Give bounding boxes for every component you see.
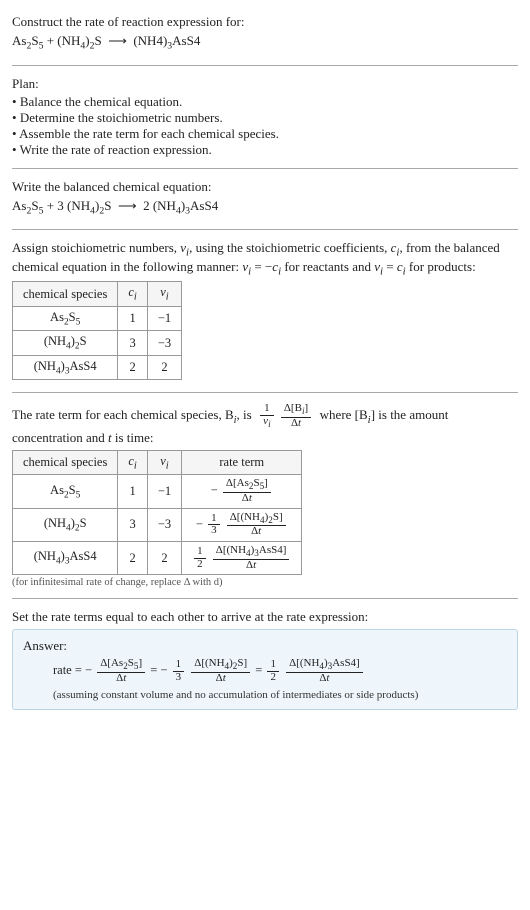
cell-ci: 3 <box>118 331 147 356</box>
col-ci: ci <box>118 450 147 475</box>
cell-nui: 2 <box>147 541 181 574</box>
divider <box>12 65 518 66</box>
question-block: Construct the rate of reaction expressio… <box>12 10 518 65</box>
answer-label: Answer: <box>23 638 507 654</box>
col-ci: ci <box>118 282 147 307</box>
table-row: (NH4)2S 3 −3 <box>13 331 182 356</box>
answer-box: Answer: rate = − Δ[As2S5]Δt = − 13 Δ[(NH… <box>12 629 518 709</box>
cell-species: (NH4)2S <box>13 331 118 356</box>
table-row: (NH4)2S 3 −3 − 13 Δ[(NH4)2S]Δt <box>13 508 302 541</box>
table-row: (NH4)3AsS4 2 2 12 Δ[(NH4)3AsS4]Δt <box>13 541 302 574</box>
stoich-intro: Assign stoichiometric numbers, νi, using… <box>12 240 518 277</box>
plan-list: Balance the chemical equation. Determine… <box>12 94 518 158</box>
stoich-table: chemical species ci νi As2S5 1 −1 (NH4)2… <box>12 281 182 380</box>
balanced-equation: As2S5 + 3 (NH4)2S ⟶ 2 (NH4)3AsS4 <box>12 198 518 217</box>
table-row: As2S5 1 −1 <box>13 306 182 331</box>
rate-term-block: The rate term for each chemical species,… <box>12 399 518 598</box>
cell-rate: − 13 Δ[(NH4)2S]Δt <box>182 508 302 541</box>
cell-nui: −1 <box>147 475 181 508</box>
balanced-heading: Write the balanced chemical equation: <box>12 179 518 195</box>
cell-rate: − Δ[As2S5]Δt <box>182 475 302 508</box>
table-row: (NH4)3AsS4 2 2 <box>13 355 182 380</box>
col-rate: rate term <box>182 450 302 475</box>
answer-assumption: (assuming constant volume and no accumul… <box>53 689 507 701</box>
cell-species: As2S5 <box>13 306 118 331</box>
cell-nui: −3 <box>147 508 181 541</box>
col-species: chemical species <box>13 282 118 307</box>
plan-item: Determine the stoichiometric numbers. <box>12 110 518 126</box>
cell-ci: 2 <box>118 355 147 380</box>
rate-term-note: (for infinitesimal rate of change, repla… <box>12 577 518 588</box>
col-species: chemical species <box>13 450 118 475</box>
final-heading: Set the rate terms equal to each other t… <box>12 609 518 625</box>
stoich-block: Assign stoichiometric numbers, νi, using… <box>12 236 518 392</box>
table-row: As2S5 1 −1 − Δ[As2S5]Δt <box>13 475 302 508</box>
cell-species: (NH4)2S <box>13 508 118 541</box>
cell-ci: 1 <box>118 475 147 508</box>
table-header-row: chemical species ci νi rate term <box>13 450 302 475</box>
cell-ci: 2 <box>118 541 147 574</box>
cell-nui: 2 <box>147 355 181 380</box>
cell-rate: 12 Δ[(NH4)3AsS4]Δt <box>182 541 302 574</box>
question-title: Construct the rate of reaction expressio… <box>12 14 518 30</box>
rate-term-table: chemical species ci νi rate term As2S5 1… <box>12 450 302 576</box>
cell-species: (NH4)3AsS4 <box>13 541 118 574</box>
plan-item: Assemble the rate term for each chemical… <box>12 126 518 142</box>
divider <box>12 392 518 393</box>
plan-item: Write the rate of reaction expression. <box>12 142 518 158</box>
plan-heading: Plan: <box>12 76 518 92</box>
cell-ci: 3 <box>118 508 147 541</box>
cell-nui: −3 <box>147 331 181 356</box>
table-header-row: chemical species ci νi <box>13 282 182 307</box>
cell-species: As2S5 <box>13 475 118 508</box>
cell-nui: −1 <box>147 306 181 331</box>
answer-equation: rate = − Δ[As2S5]Δt = − 13 Δ[(NH4)2S]Δt … <box>53 658 507 684</box>
cell-species: (NH4)3AsS4 <box>13 355 118 380</box>
cell-ci: 1 <box>118 306 147 331</box>
divider <box>12 598 518 599</box>
divider <box>12 168 518 169</box>
plan-block: Plan: Balance the chemical equation. Det… <box>12 72 518 168</box>
final-block: Set the rate terms equal to each other t… <box>12 605 518 719</box>
divider <box>12 229 518 230</box>
col-nui: νi <box>147 282 181 307</box>
plan-item: Balance the chemical equation. <box>12 94 518 110</box>
question-equation: As2S5 + (NH4)2S ⟶ (NH4)3AsS4 <box>12 33 518 52</box>
balanced-block: Write the balanced chemical equation: As… <box>12 175 518 230</box>
rate-term-intro: The rate term for each chemical species,… <box>12 403 518 445</box>
col-nui: νi <box>147 450 181 475</box>
